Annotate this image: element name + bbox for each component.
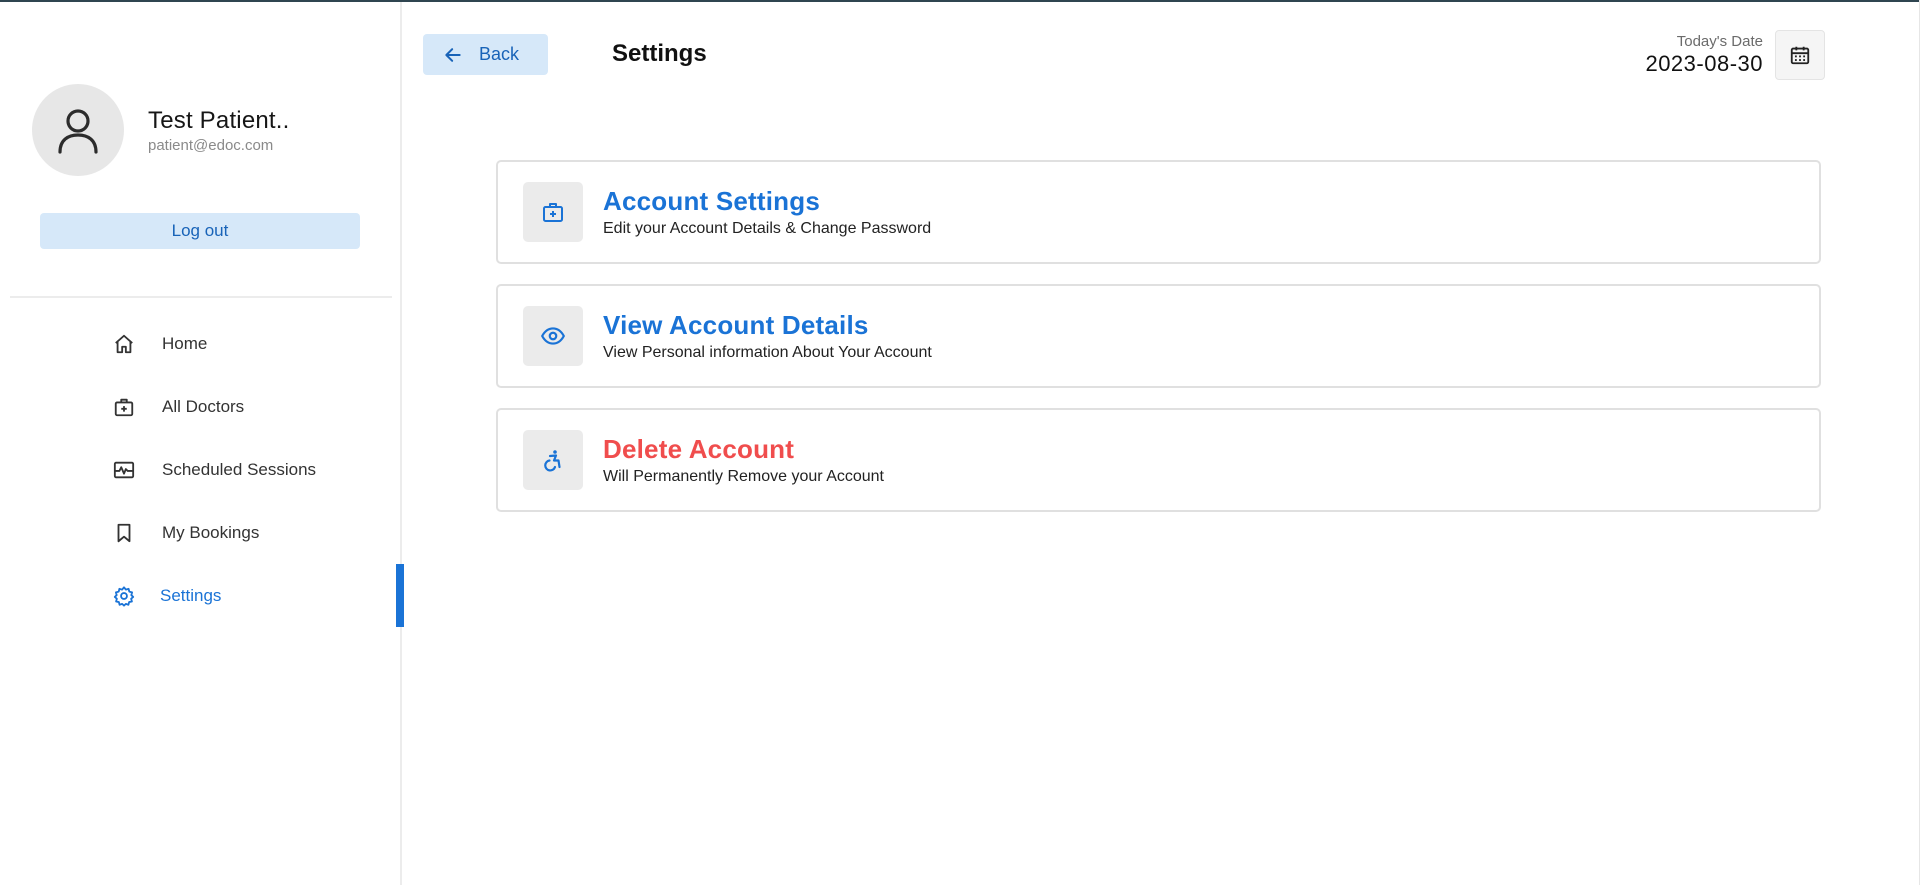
- card-description: Will Permanently Remove your Account: [603, 468, 884, 485]
- card-icon-box: [523, 430, 583, 490]
- card-icon-box: [523, 306, 583, 366]
- gear-icon: [112, 584, 136, 608]
- settings-cards: Account Settings Edit your Account Detai…: [496, 160, 1821, 532]
- sidebar-item-home[interactable]: Home: [0, 312, 402, 375]
- sidebar-item-label: My Bookings: [162, 522, 260, 542]
- user-profile: Test Patient.. patient@edoc.com: [32, 84, 290, 176]
- date-label: Today's Date: [1676, 33, 1763, 50]
- card-icon-box: [523, 182, 583, 242]
- profile-name: Test Patient..: [148, 106, 290, 134]
- arrow-left-icon: [445, 47, 461, 62]
- home-icon: [112, 332, 136, 356]
- sidebar-item-all-doctors[interactable]: All Doctors: [0, 375, 402, 438]
- sidebar-item-label: Home: [162, 333, 208, 353]
- page-title: Settings: [612, 40, 707, 67]
- user-icon: [58, 109, 98, 154]
- view-account-details-card[interactable]: View Account Details View Personal infor…: [496, 284, 1821, 388]
- card-description: View Personal information About Your Acc…: [603, 344, 932, 361]
- avatar: [32, 84, 124, 176]
- session-monitor-icon: [112, 458, 136, 482]
- logout-button[interactable]: Log out: [40, 213, 360, 249]
- active-indicator: [396, 564, 404, 627]
- sidebar-item-scheduled-sessions[interactable]: Scheduled Sessions: [0, 438, 402, 501]
- card-title: Account Settings: [603, 186, 820, 216]
- eye-icon: [541, 327, 565, 345]
- calendar-icon: [1790, 46, 1810, 65]
- sidebar-item-my-bookings[interactable]: My Bookings: [0, 501, 402, 564]
- back-label: Back: [479, 44, 520, 64]
- medical-briefcase-icon: [543, 203, 563, 222]
- sidebar-divider: [10, 296, 392, 298]
- profile-email: patient@edoc.com: [148, 136, 274, 154]
- sidebar-item-label: Settings: [160, 585, 222, 605]
- date-value: 2023-08-30: [1645, 51, 1763, 76]
- card-title: View Account Details: [603, 310, 869, 340]
- delete-account-card[interactable]: Delete Account Will Permanently Remove y…: [496, 408, 1821, 512]
- card-description: Edit your Account Details & Change Passw…: [603, 220, 932, 237]
- calendar-button[interactable]: [1775, 30, 1825, 80]
- sidebar-item-label: Scheduled Sessions: [162, 459, 317, 479]
- sidebar-item-label: All Doctors: [162, 396, 245, 416]
- today-date: Today's Date 2023-08-30: [1645, 33, 1763, 77]
- sidebar-menu: Home All Doctors Scheduled Sessions My B…: [0, 312, 404, 627]
- sidebar: Test Patient.. patient@edoc.com Log out …: [0, 2, 404, 885]
- sidebar-item-settings[interactable]: Settings: [0, 564, 404, 627]
- card-title: Delete Account: [603, 434, 795, 464]
- medical-briefcase-icon: [112, 395, 136, 419]
- account-settings-card[interactable]: Account Settings Edit your Account Detai…: [496, 160, 1821, 264]
- back-button[interactable]: Back: [423, 34, 548, 75]
- bookmark-icon: [112, 521, 136, 545]
- accessibility-icon: [544, 450, 561, 472]
